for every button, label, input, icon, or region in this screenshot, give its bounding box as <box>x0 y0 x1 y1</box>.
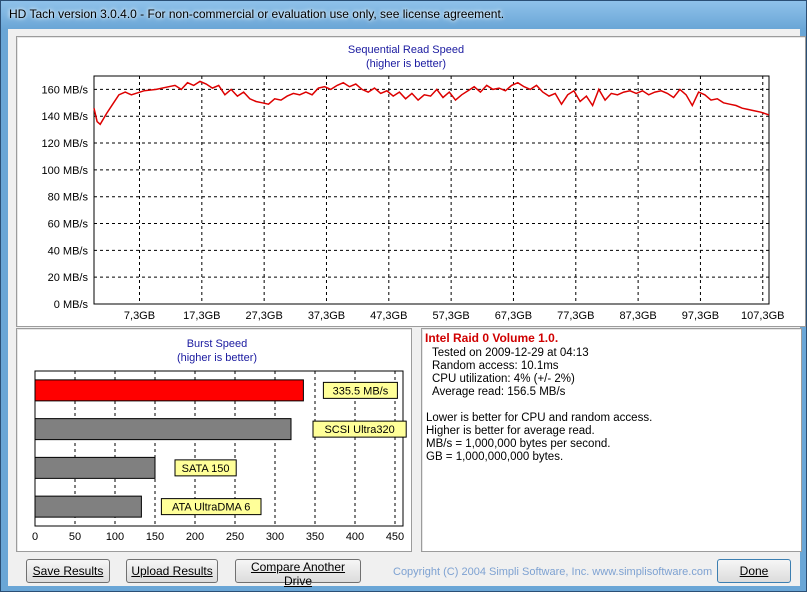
burst-value-label: ATA UltraDMA 6 <box>172 502 250 514</box>
x-tick-label: 47,3GB <box>370 310 407 322</box>
burst-x-tick-label: 150 <box>146 531 164 543</box>
note-gb-def: GB = 1,000,000,000 bytes. <box>426 451 564 463</box>
app-window: HD Tach version 3.0.4.0 - For non-commer… <box>0 0 807 592</box>
burst-title: Burst Speed <box>187 338 248 350</box>
burst-x-tick-label: 250 <box>226 531 244 543</box>
drive-name: Intel Raid 0 Volume 1.0. <box>425 331 559 345</box>
burst-x-tick-label: 100 <box>106 531 124 543</box>
x-tick-label: 87,3GB <box>619 310 656 322</box>
client-area: Sequential Read Speed (higher is better)… <box>8 29 806 588</box>
note-lower-better: Lower is better for CPU and random acces… <box>426 412 653 424</box>
x-tick-label: 77,3GB <box>557 310 594 322</box>
y-tick-label: 0 MB/s <box>54 299 89 311</box>
random-access: Random access: 10.1ms <box>432 360 559 372</box>
burst-bar <box>34 456 156 479</box>
x-tick-label: 37,3GB <box>308 310 345 322</box>
x-tick-label: 7,3GB <box>124 310 155 322</box>
y-tick-label: 80 MB/s <box>48 192 89 204</box>
upload-results-button[interactable]: Upload Results <box>126 559 218 583</box>
burst-x-axis-ticks: 0 50 100 150 200 250 300 350 400 450 <box>32 531 404 543</box>
burst-x-tick-label: 50 <box>69 531 81 543</box>
burst-x-tick-label: 0 <box>32 531 38 543</box>
y-tick-label: 160 MB/s <box>42 84 89 96</box>
x-tick-label: 27,3GB <box>245 310 282 322</box>
burst-bar <box>34 418 292 441</box>
x-tick-label: 57,3GB <box>432 310 469 322</box>
burst-x-tick-label: 400 <box>346 531 364 543</box>
note-mbs-def: MB/s = 1,000,000 bytes per second. <box>426 438 611 450</box>
x-tick-label: 17,3GB <box>183 310 220 322</box>
x-tick-label: 67,3GB <box>495 310 532 322</box>
y-tick-label: 60 MB/s <box>48 219 89 231</box>
burst-x-tick-label: 200 <box>186 531 204 543</box>
burst-subtitle: (higher is better) <box>177 352 257 364</box>
compare-drive-label: Compare Another Drive <box>250 560 346 588</box>
burst-bar <box>34 495 142 518</box>
y-axis-ticks: 0 MB/s 20 MB/s 40 MB/s 60 MB/s 80 MB/s 100 MB… <box>42 84 89 311</box>
save-results-button[interactable]: Save Results <box>26 559 110 583</box>
burst-x-tick-label: 300 <box>266 531 284 543</box>
burst-value-label: SCSI Ultra320 <box>324 424 394 436</box>
window-title: HD Tach version 3.0.4.0 - For non-commer… <box>9 7 505 21</box>
upload-results-label: Upload Results <box>131 564 213 578</box>
title-bar[interactable]: HD Tach version 3.0.4.0 - For non-commer… <box>1 1 806 29</box>
y-tick-label: 140 MB/s <box>42 111 89 123</box>
burst-value-label: SATA 150 <box>182 463 230 475</box>
y-tick-label: 100 MB/s <box>42 165 89 177</box>
copyright-text: Copyright (C) 2004 Simpli Software, Inc.… <box>393 566 713 578</box>
y-tick-label: 120 MB/s <box>42 138 89 150</box>
y-tick-label: 40 MB/s <box>48 245 89 257</box>
burst-x-tick-label: 350 <box>306 531 324 543</box>
done-label: Done <box>739 564 769 578</box>
y-tick-label: 20 MB/s <box>48 272 89 284</box>
sequential-read-chart: Sequential Read Speed (higher is better)… <box>42 44 785 322</box>
results-info-panel: Intel Raid 0 Volume 1.0. Tested on 2009-… <box>421 328 802 552</box>
chart-subtitle: (higher is better) <box>366 58 446 70</box>
save-results-label: Save Results <box>32 564 104 578</box>
cpu-utilization: CPU utilization: 4% (+/- 2%) <box>432 373 575 385</box>
done-button[interactable]: Done <box>717 559 791 583</box>
x-tick-label: 97,3GB <box>682 310 719 322</box>
x-tick-label: 107,3GB <box>741 310 784 322</box>
sequential-read-panel: Sequential Read Speed (higher is better)… <box>16 36 806 327</box>
plot-area <box>93 75 770 305</box>
note-higher-better: Higher is better for average read. <box>426 425 595 437</box>
tested-on: Tested on 2009-12-29 at 04:13 <box>432 347 589 359</box>
chart-title: Sequential Read Speed <box>348 44 464 56</box>
burst-speed-panel: Burst Speed (higher is better) 335.5 MB/… <box>16 328 412 552</box>
burst-speed-chart: Burst Speed (higher is better) 335.5 MB/… <box>32 338 407 543</box>
burst-value-label: 335.5 MB/s <box>333 385 389 397</box>
x-axis-ticks: 7,3GB 17,3GB 27,3GB 37,3GB 47,3GB 57,3GB 67,3G… <box>124 310 785 322</box>
burst-bar <box>34 379 304 402</box>
burst-x-tick-label: 450 <box>386 531 404 543</box>
average-read: Average read: 156.5 MB/s <box>432 386 566 398</box>
compare-drive-button[interactable]: Compare Another Drive <box>235 559 361 588</box>
